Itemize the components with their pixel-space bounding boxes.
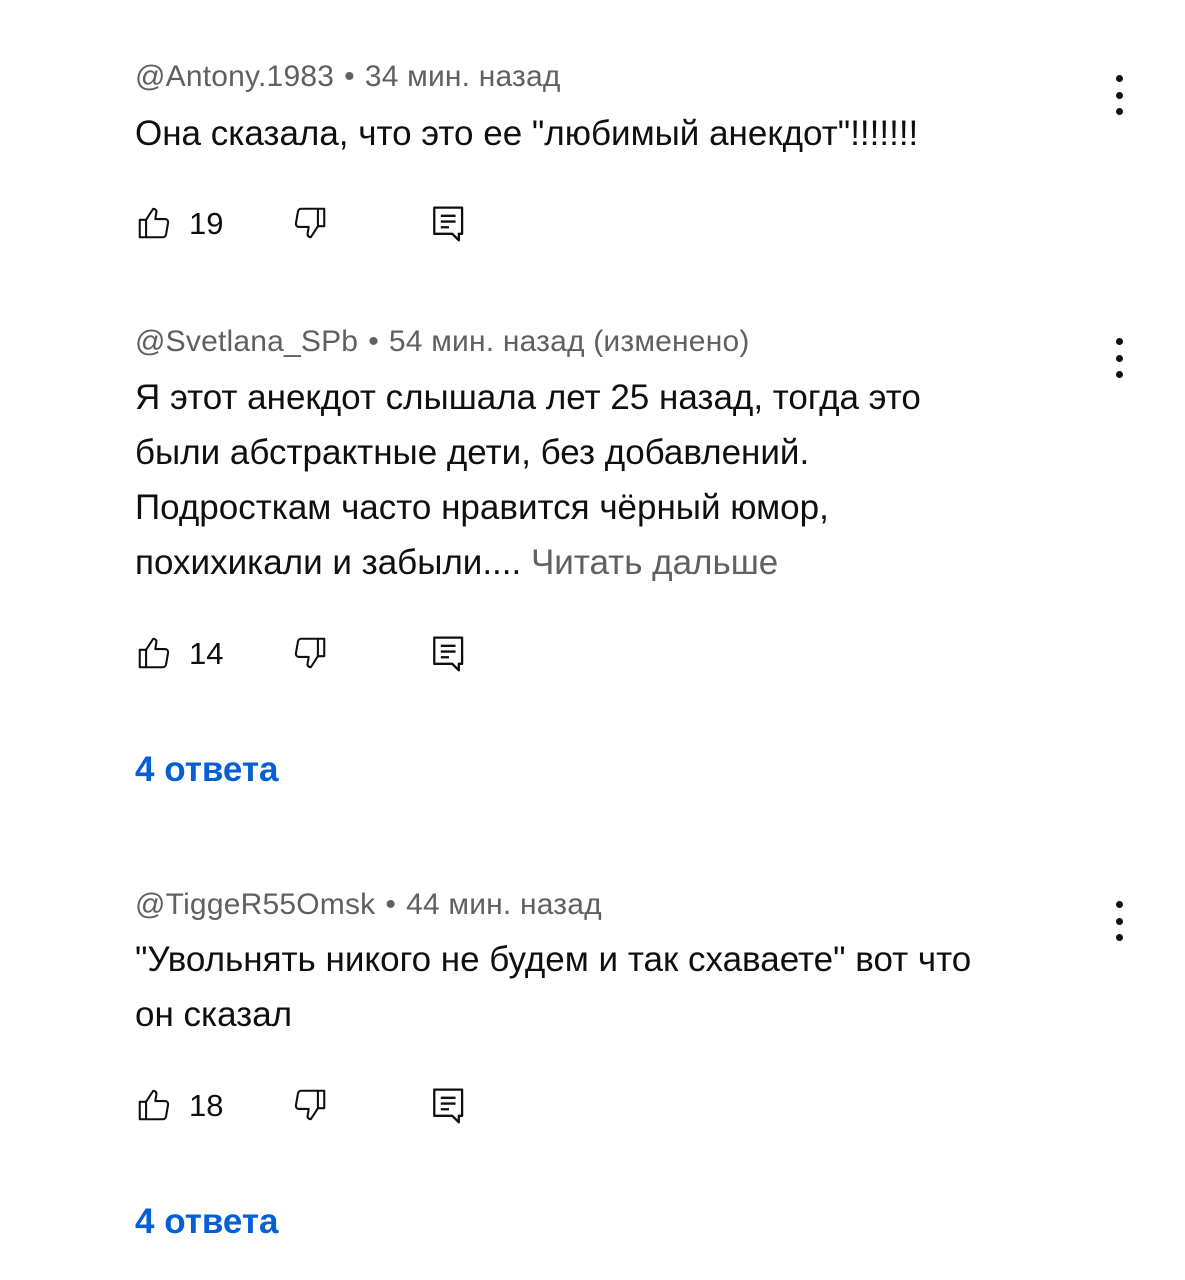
comment-author[interactable]: @Antony.1983 xyxy=(135,60,334,93)
meta-separator: • xyxy=(385,888,397,921)
meta-separator: • xyxy=(344,60,355,93)
dislike-button[interactable] xyxy=(291,204,331,244)
reply-button[interactable] xyxy=(431,634,471,674)
comment-reply-icon xyxy=(433,1088,464,1124)
comment-text-line: Подросткам часто нравится чёрный юмор, xyxy=(135,488,829,527)
thumb-up-icon xyxy=(138,637,170,669)
comment-text-line: он сказал xyxy=(135,995,293,1034)
reply-button[interactable] xyxy=(431,204,471,244)
comment-reply-icon xyxy=(433,206,464,242)
comment-author[interactable]: @TiggeR55Omsk xyxy=(135,888,375,921)
comment-meta: @Antony.1983 • 34 мин. назад xyxy=(135,60,561,94)
like-button[interactable] xyxy=(135,204,175,244)
like-button[interactable] xyxy=(135,634,175,674)
comment-actions: 18 xyxy=(135,1086,495,1126)
dislike-button[interactable] xyxy=(291,634,331,674)
replies-toggle[interactable]: 4 ответа xyxy=(135,1202,279,1242)
like-count: 18 xyxy=(189,1088,224,1123)
thumb-up-icon xyxy=(138,207,170,239)
comment-reply-icon xyxy=(433,636,464,672)
comment-author[interactable]: @Svetlana_SPb xyxy=(135,325,358,358)
comment-time: 54 мин. назад (изменено) xyxy=(388,325,750,358)
dislike-button[interactable] xyxy=(291,1086,331,1126)
thumb-up-icon xyxy=(138,1089,170,1121)
like-count: 14 xyxy=(189,636,224,671)
thumb-down-icon xyxy=(294,637,326,669)
replies-toggle[interactable]: 4 ответа xyxy=(135,750,279,790)
thumb-down-icon xyxy=(294,207,326,239)
like-button[interactable] xyxy=(135,1086,175,1126)
like-count: 19 xyxy=(189,206,224,241)
comment-time: 34 мин. назад xyxy=(364,60,561,93)
comment-actions: 14 xyxy=(135,634,495,674)
comment-time: 44 мин. назад xyxy=(406,888,602,921)
comment-text-line: были абстрактные дети, без добавлений. xyxy=(135,433,810,472)
comment-text-line: похихикали и забыли.... Читать дальше xyxy=(135,535,1125,590)
thumb-down-icon xyxy=(294,1089,326,1121)
comment-text-line: Я этот анекдот слышала лет 25 назад, тог… xyxy=(135,378,921,417)
comment-meta: @TiggeR55Omsk • 44 мин. назад xyxy=(135,888,602,922)
comment-meta: @Svetlana_SPb • 54 мин. назад (изменено) xyxy=(135,325,750,359)
read-more-link[interactable]: Читать дальше xyxy=(531,543,778,582)
comment-text-line: Она сказала, что это ее "любимый анекдот… xyxy=(135,114,919,153)
comment-text: "Увольнять никого не будем и так схавает… xyxy=(135,932,1125,1042)
meta-separator: • xyxy=(368,325,379,358)
comment-actions: 19 xyxy=(135,204,495,244)
reply-button[interactable] xyxy=(431,1086,471,1126)
comment-text: Я этот анекдот слышала лет 25 назад, тог… xyxy=(135,370,1125,590)
comment-text-end: похихикали и забыли.... xyxy=(135,543,522,582)
comment-text-line: "Увольнять никого не будем и так схавает… xyxy=(135,940,972,979)
comment-text: Она сказала, что это ее "любимый анекдот… xyxy=(135,106,1125,161)
